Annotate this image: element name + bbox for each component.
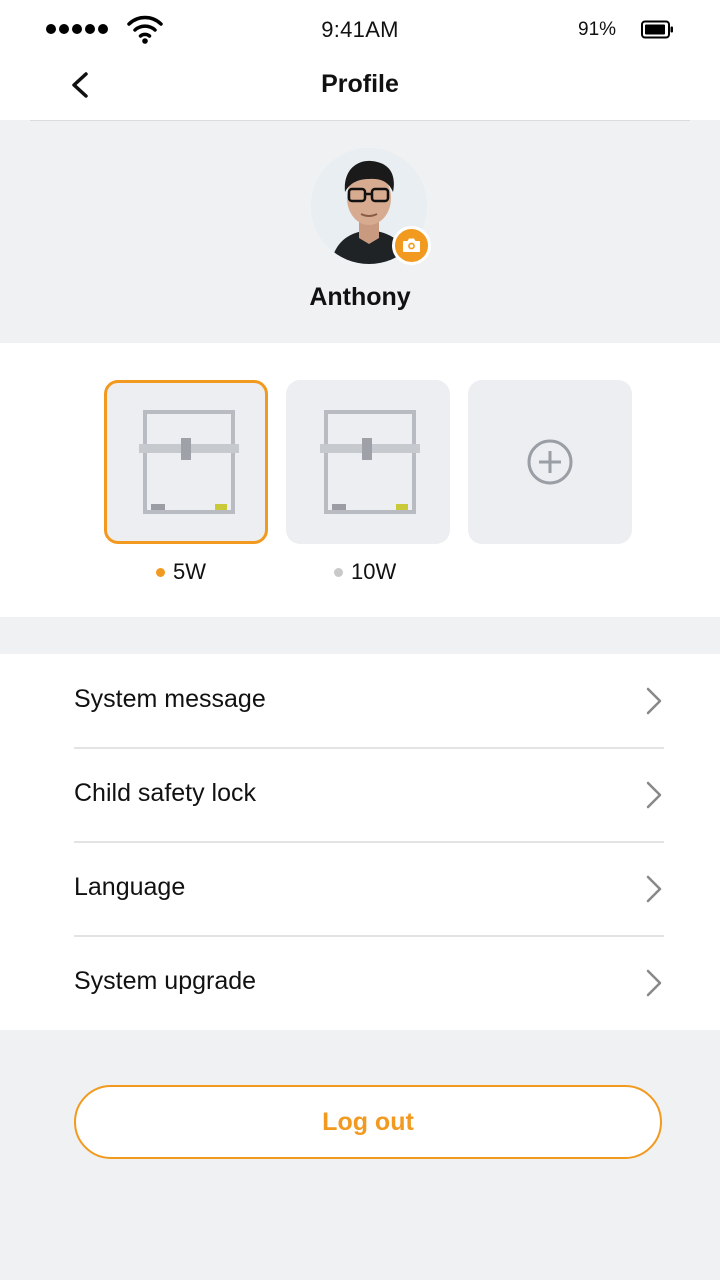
menu-item-language[interactable]: Language <box>74 842 664 936</box>
menu-item-label: System message <box>74 685 266 713</box>
battery-percentage: 91% <box>578 19 617 40</box>
change-photo-button[interactable] <box>392 226 431 265</box>
device-name: 10W <box>351 559 397 584</box>
status-time: 9:41AM <box>321 17 399 42</box>
user-name: Anthony <box>309 283 411 311</box>
logout-button[interactable]: Log out <box>74 1085 662 1159</box>
menu-item-child-safety-lock[interactable]: Child safety lock <box>74 748 664 842</box>
battery-icon <box>641 20 673 39</box>
laser-engraver-icon <box>320 410 420 514</box>
laser-engraver-icon <box>139 410 239 514</box>
plus-circle-icon <box>527 439 573 485</box>
status-bar: 9:41AM 91% <box>0 0 720 60</box>
camera-icon <box>403 238 420 252</box>
nav-bar: Profile <box>0 60 720 120</box>
chevron-right-icon <box>646 969 662 997</box>
status-dot <box>334 567 343 577</box>
settings-menu: System message Child safety lock Languag… <box>0 654 720 1030</box>
signal-strength-icon <box>46 24 108 34</box>
device-card-10w[interactable] <box>286 380 450 544</box>
device-label-5w: 5W <box>156 559 206 585</box>
add-device-button[interactable] <box>468 380 632 544</box>
wifi-icon <box>127 15 163 44</box>
menu-item-system-upgrade[interactable]: System upgrade <box>74 936 664 1030</box>
status-dot <box>156 567 165 577</box>
menu-item-system-message[interactable]: System message <box>74 654 664 748</box>
chevron-right-icon <box>646 875 662 903</box>
device-card-5w[interactable] <box>104 380 268 544</box>
header-divider <box>30 120 690 121</box>
chevron-right-icon <box>646 687 662 715</box>
devices-panel: 5W 10W <box>0 343 720 617</box>
menu-item-label: Language <box>74 873 186 901</box>
menu-item-label: Child safety lock <box>74 779 257 807</box>
chevron-right-icon <box>646 781 662 809</box>
menu-item-label: System upgrade <box>74 967 257 995</box>
device-name: 5W <box>173 559 206 584</box>
page-title: Profile <box>321 70 399 98</box>
device-label-10w: 10W <box>334 559 396 585</box>
